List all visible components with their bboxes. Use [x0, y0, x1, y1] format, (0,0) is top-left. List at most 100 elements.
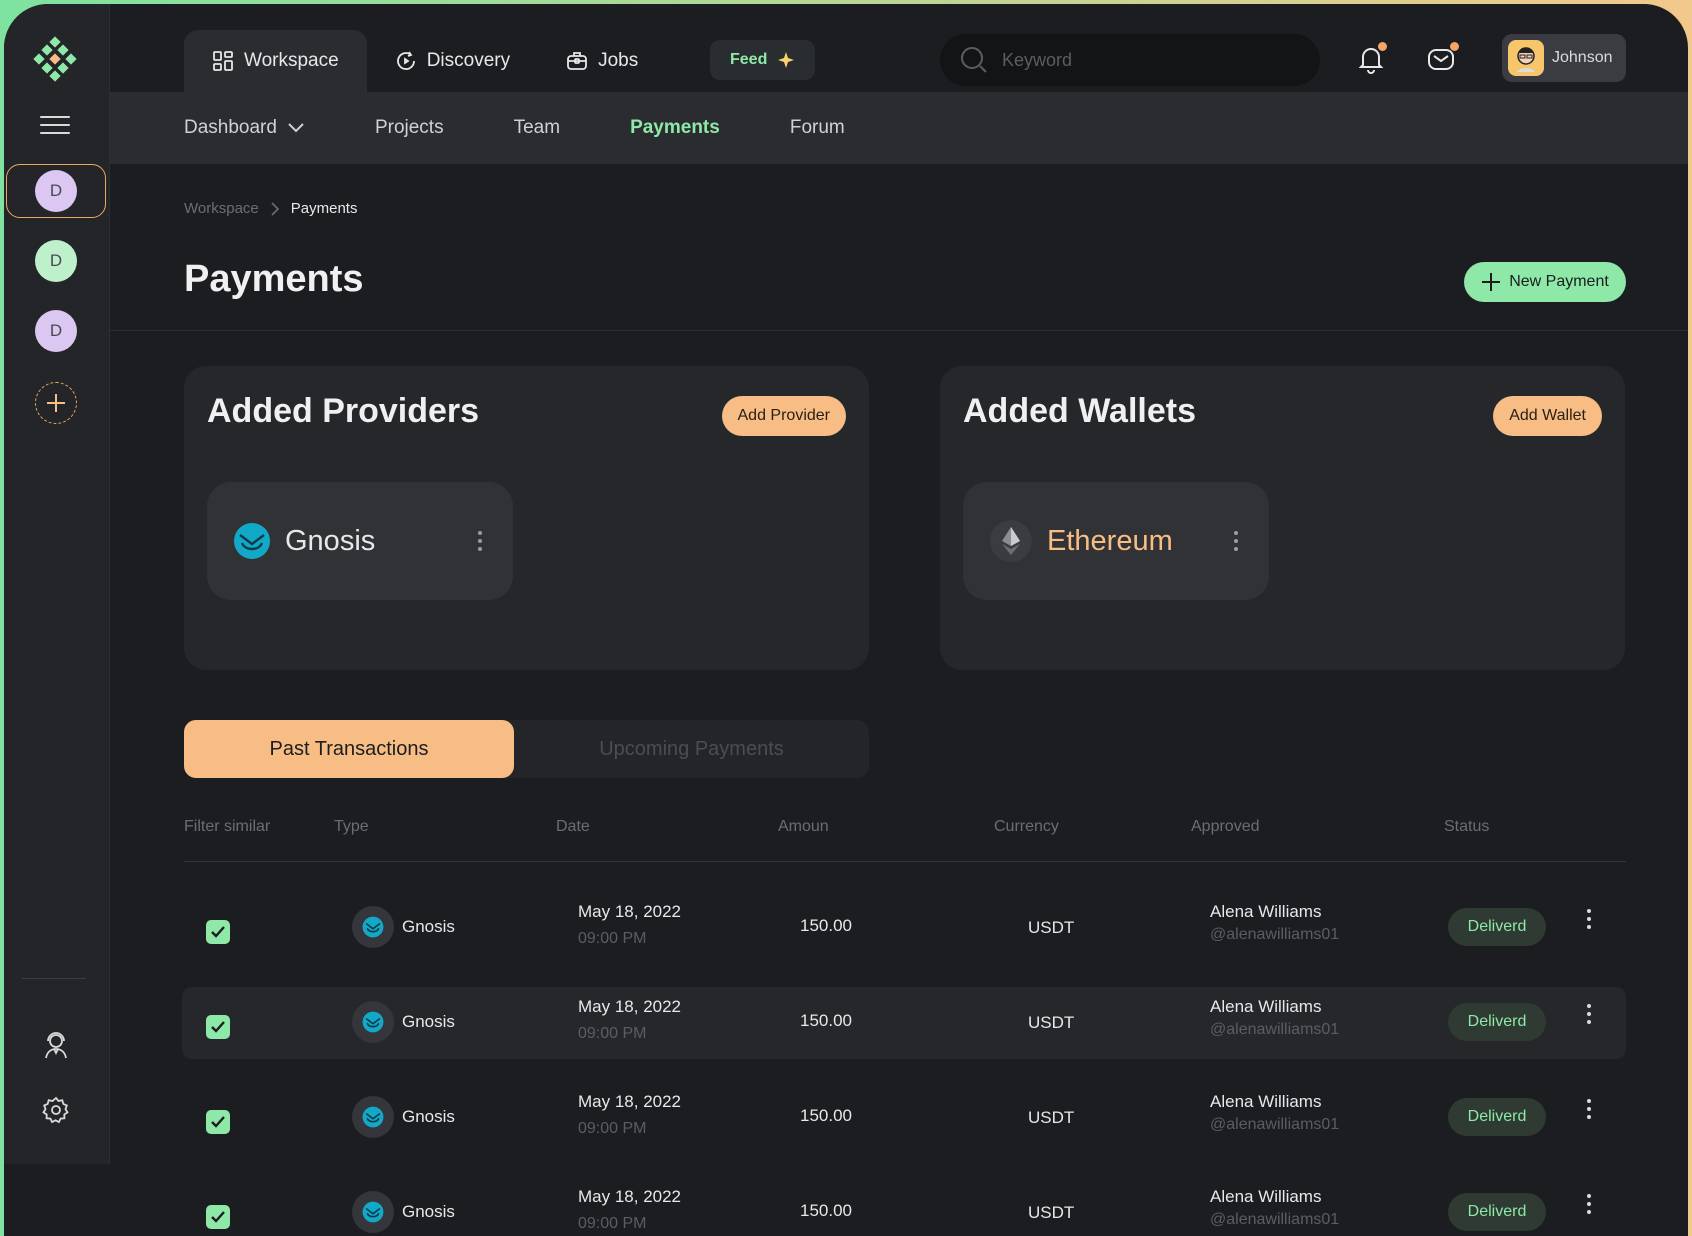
providers-card: Added Providers Add Provider Gnosis	[184, 366, 869, 670]
currency-value: USDT	[1028, 918, 1075, 937]
more-vertical-icon[interactable]	[1233, 530, 1239, 552]
chevron-down-icon	[288, 123, 304, 133]
approver-handle: @alenawilliams01	[1210, 1116, 1340, 1133]
top-bar: Workspace Discovery Jobs Feed Keyword Jo…	[110, 4, 1688, 92]
subnav-payments[interactable]: Payments	[630, 117, 720, 139]
add-provider-button[interactable]: Add Provider	[721, 396, 846, 436]
date-value: May 18, 2022	[578, 1187, 682, 1206]
row-checkbox[interactable]	[206, 920, 230, 944]
plus-icon	[47, 394, 65, 412]
subnav-forum[interactable]: Forum	[790, 117, 845, 139]
subnav-label: Projects	[374, 117, 444, 138]
more-vertical-icon[interactable]	[477, 530, 483, 552]
breadcrumb: Workspace Payments	[184, 200, 357, 217]
subnav-projects[interactable]: Projects	[375, 117, 444, 139]
type-cell: Gnosis	[352, 906, 455, 948]
workspace-avatar: D	[35, 310, 77, 352]
support-agent-icon[interactable]	[40, 1028, 72, 1060]
app-window: D D D Workspace Discovery Jobs Feed Keyw…	[4, 4, 1688, 1236]
column-header: Status	[1444, 818, 1490, 835]
row-checkbox[interactable]	[206, 1205, 230, 1229]
sparkle-icon	[778, 52, 795, 68]
tab-upcoming-payments[interactable]: Upcoming Payments	[514, 720, 869, 778]
date-value: May 18, 2022	[578, 902, 682, 921]
table-row[interactable]: Gnosis May 18, 2022 09:00 PM 150.00 USDT…	[182, 1082, 1626, 1154]
status-badge: Deliverd	[1448, 1098, 1546, 1136]
topnav-jobs[interactable]: Jobs	[538, 30, 666, 92]
new-payment-label: New Payment	[1509, 273, 1609, 290]
table-header: Filter similar Type Date Amoun Currency …	[184, 816, 1626, 862]
topnav-label: Discovery	[426, 50, 511, 71]
amount-value: 150.00	[800, 1106, 852, 1125]
top-nav: Workspace Discovery Jobs	[184, 30, 666, 92]
status-badge: Deliverd	[1448, 1003, 1546, 1041]
breadcrumb-parent[interactable]: Workspace	[184, 200, 259, 217]
providers-title: Added Providers	[207, 392, 480, 430]
table-row[interactable]: Gnosis May 18, 2022 09:00 PM 150.00 USDT…	[182, 892, 1626, 964]
wallet-name: Ethereum	[1047, 524, 1173, 557]
topnav-discovery[interactable]: Discovery	[367, 30, 538, 92]
column-header: Approved	[1191, 818, 1260, 835]
row-checkbox[interactable]	[206, 1110, 230, 1134]
subnav-team[interactable]: Team	[514, 117, 560, 139]
tab-past-transactions[interactable]: Past Transactions	[184, 720, 514, 778]
menu-icon[interactable]	[40, 116, 70, 138]
column-header: Type	[334, 818, 369, 835]
date-cell: May 18, 2022 09:00 PM	[578, 997, 681, 1043]
wallets-card: Added Wallets Add Wallet Ethereum	[940, 366, 1625, 670]
approved-cell: Alena Williams @alenawilliams01	[1210, 902, 1339, 944]
add-workspace-button[interactable]	[35, 382, 77, 424]
app-logo-icon[interactable]	[32, 36, 78, 82]
type-label: Gnosis	[402, 1107, 455, 1126]
gnosis-icon	[234, 523, 270, 559]
amount-value: 150.00	[800, 1201, 852, 1220]
workspace-item-1[interactable]: D	[6, 164, 106, 218]
table-row[interactable]: Gnosis May 18, 2022 09:00 PM 150.00 USDT…	[182, 987, 1626, 1059]
breadcrumb-current: Payments	[290, 200, 358, 217]
time-value: 09:00 PM	[578, 1120, 647, 1137]
search-input[interactable]	[1002, 49, 1302, 71]
row-checkbox[interactable]	[206, 1015, 230, 1039]
checkmark-icon	[211, 1116, 225, 1128]
type-icon-wrap	[352, 1191, 394, 1233]
user-menu[interactable]: Johnson	[1502, 34, 1626, 82]
type-icon-wrap	[352, 1096, 394, 1138]
gnosis-icon	[362, 1201, 384, 1223]
more-vertical-icon[interactable]	[1586, 1098, 1592, 1120]
feed-button[interactable]: Feed	[710, 40, 816, 80]
date-value: May 18, 2022	[578, 1092, 682, 1111]
type-icon-wrap	[352, 906, 394, 948]
more-vertical-icon[interactable]	[1586, 1003, 1592, 1025]
date-cell: May 18, 2022 09:00 PM	[578, 902, 681, 948]
workspace-item-2[interactable]: D	[6, 234, 106, 288]
transaction-tabs: Past Transactions Upcoming Payments	[184, 720, 869, 778]
workspace-item-3[interactable]: D	[6, 304, 106, 358]
provider-name: Gnosis	[285, 524, 376, 557]
approver-name: Alena Williams	[1210, 1187, 1322, 1206]
status-badge: Deliverd	[1448, 908, 1546, 946]
more-vertical-icon[interactable]	[1586, 908, 1592, 930]
ethereum-icon	[990, 520, 1032, 562]
messages-button[interactable]	[1426, 42, 1459, 74]
table-row[interactable]: Gnosis May 18, 2022 09:00 PM 150.00 USDT…	[182, 1177, 1626, 1236]
wallet-tile[interactable]: Ethereum	[963, 482, 1269, 600]
settings-gear-icon[interactable]	[40, 1094, 72, 1126]
notifications-button[interactable]	[1356, 42, 1387, 74]
add-wallet-button[interactable]: Add Wallet	[1493, 396, 1602, 436]
currency-value: USDT	[1028, 1203, 1075, 1222]
topnav-workspace[interactable]: Workspace	[184, 30, 367, 92]
page-title: Payments	[184, 258, 364, 300]
topnav-label: Workspace	[244, 50, 339, 71]
subnav-dashboard[interactable]: Dashboard	[184, 117, 305, 139]
amount-value: 150.00	[800, 1011, 852, 1030]
message-dot	[1450, 42, 1459, 51]
checkmark-icon	[211, 1211, 225, 1223]
provider-tile[interactable]: Gnosis	[207, 482, 513, 600]
approver-handle: @alenawilliams01	[1210, 1021, 1340, 1038]
new-payment-button[interactable]: New Payment	[1464, 262, 1626, 302]
time-value: 09:00 PM	[578, 1215, 647, 1232]
column-header[interactable]: Filter similar	[184, 818, 270, 836]
more-vertical-icon[interactable]	[1586, 1193, 1592, 1215]
checkmark-icon	[211, 1021, 225, 1033]
time-value: 09:00 PM	[578, 930, 647, 947]
